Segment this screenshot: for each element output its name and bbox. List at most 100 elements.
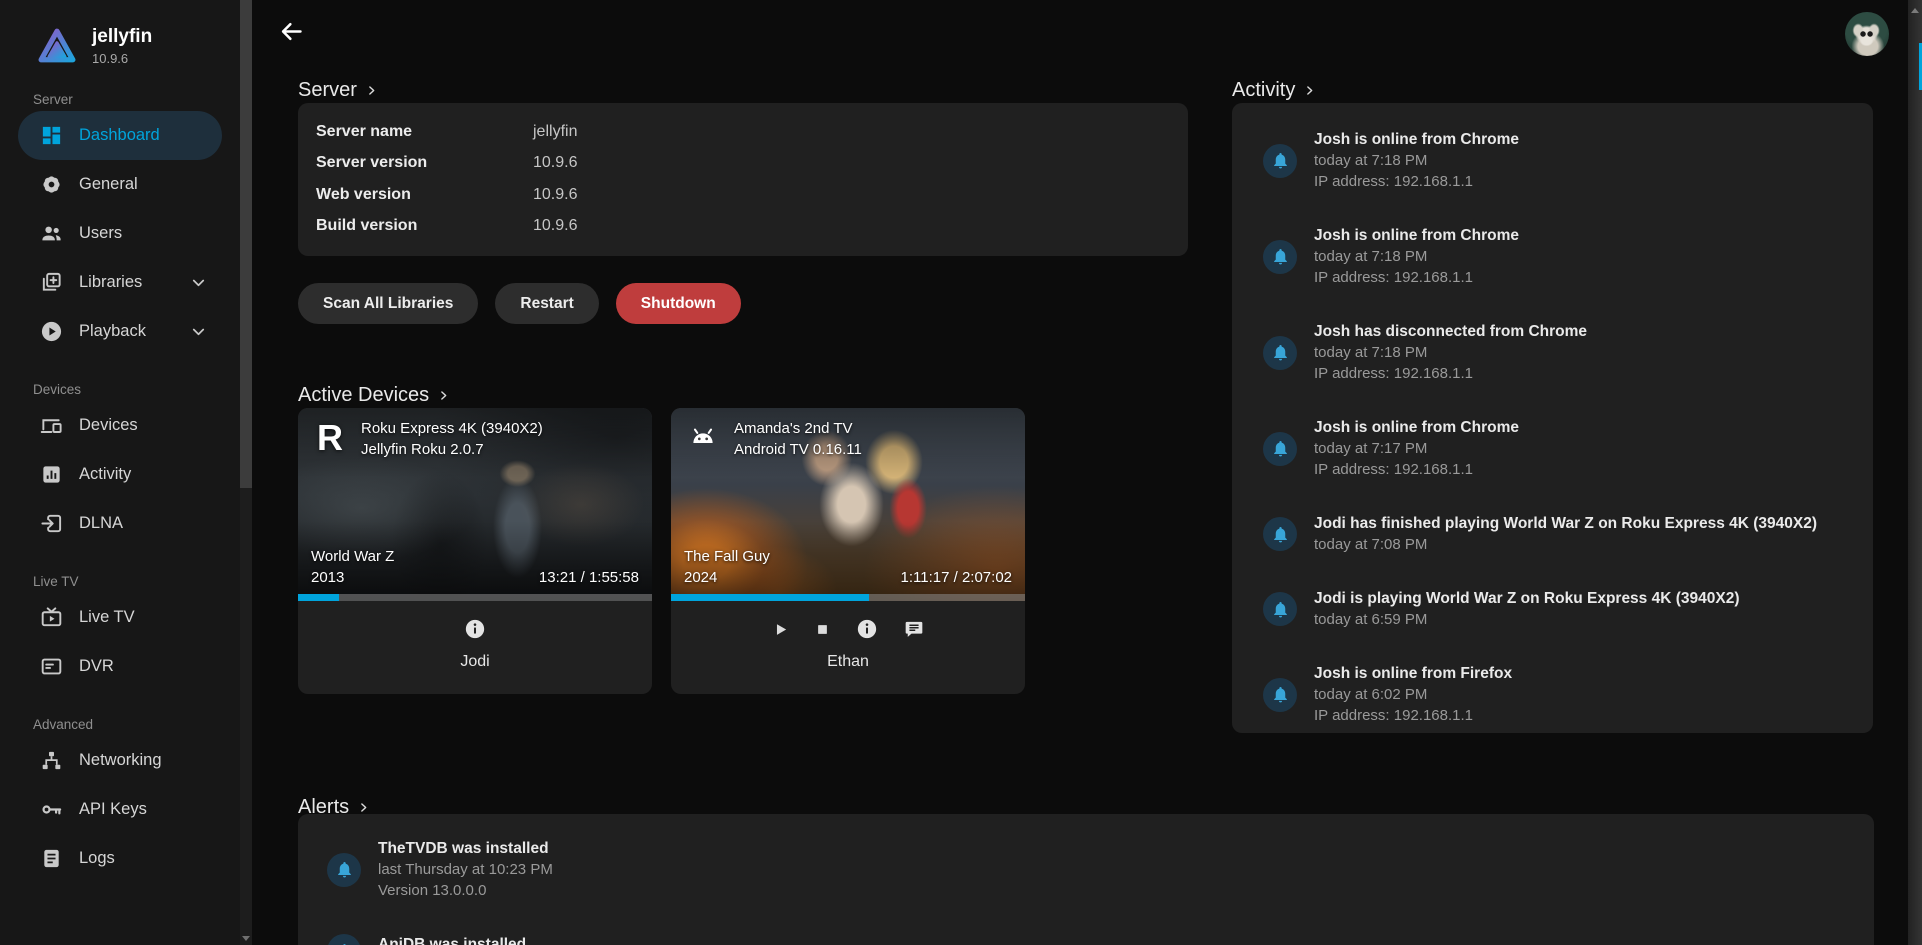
bell-icon <box>1271 343 1290 362</box>
info-button[interactable] <box>464 618 486 640</box>
server-info-value: jellyfin <box>533 123 577 141</box>
active-devices-row: RRoku Express 4K (3940X2)Jellyfin Roku 2… <box>298 408 1025 694</box>
device-card-header: Amanda's 2nd TVAndroid TV 0.16.11 <box>683 418 862 460</box>
server-info-row: Build version10.9.6 <box>298 211 1188 243</box>
sidebar-item-api-keys[interactable]: API Keys <box>18 785 222 834</box>
sidebar-item-playback[interactable]: Playback <box>18 307 222 356</box>
sidebar-item-label: Activity <box>79 465 222 484</box>
page-scrollbar[interactable] <box>1908 0 1922 945</box>
sidebar-scrollbar[interactable] <box>240 0 252 945</box>
notification-badge <box>1263 432 1297 466</box>
sidebar-scrollbar-thumb[interactable] <box>240 0 252 488</box>
sidebar-section-label-advanced: Advanced <box>33 717 240 732</box>
sidebar-item-dashboard[interactable]: Dashboard <box>18 111 222 160</box>
user-avatar[interactable] <box>1845 12 1889 56</box>
activity-entry: Josh is online from Chrometoday at 7:18 … <box>1263 129 1855 192</box>
sidebar-item-label: Users <box>79 224 222 243</box>
activity-entry: Josh is online from Chrometoday at 7:18 … <box>1263 225 1855 288</box>
back-button[interactable] <box>278 18 305 45</box>
play-icon <box>772 621 789 638</box>
server-info-value: 10.9.6 <box>533 154 577 172</box>
sidebar-item-general[interactable]: General <box>18 160 222 209</box>
info-icon <box>856 618 878 640</box>
sidebar-item-label: Logs <box>79 849 222 868</box>
sidebar-item-logs[interactable]: Logs <box>18 834 222 883</box>
arrow-left-icon <box>278 18 305 45</box>
bell-icon <box>335 942 354 945</box>
feed-item-time: today at 7:18 PM <box>1314 342 1587 363</box>
sidebar-item-dlna[interactable]: DLNA <box>18 499 222 548</box>
active-devices-section-link[interactable]: Active Devices <box>298 382 450 410</box>
app-logo-row: jellyfin 10.9.6 <box>0 0 240 66</box>
sidebar-section-label-devices: Devices <box>33 382 240 397</box>
feed-item-ip: IP address: 192.168.1.1 <box>1314 171 1519 192</box>
sidebar-item-dvr[interactable]: DVR <box>18 642 222 691</box>
now-playing-backdrop: RRoku Express 4K (3940X2)Jellyfin Roku 2… <box>298 408 652 601</box>
feed-item-time: today at 7:17 PM <box>1314 438 1519 459</box>
scroll-up-arrow-icon[interactable] <box>1911 8 1919 13</box>
notification-badge <box>1263 240 1297 274</box>
server-info-row: Web version10.9.6 <box>298 179 1188 211</box>
restart-button[interactable]: Restart <box>495 283 598 324</box>
sidebar-item-users[interactable]: Users <box>18 209 222 258</box>
sidebar-section-label-live-tv: Live TV <box>33 574 240 589</box>
alerts-card: TheTVDB was installedlast Thursday at 10… <box>298 814 1874 945</box>
libraries-icon <box>40 271 63 294</box>
shutdown-button[interactable]: Shutdown <box>616 283 741 324</box>
sidebar-nav: ServerDashboardGeneralUsersLibrariesPlay… <box>0 92 240 883</box>
stop-button[interactable] <box>815 622 830 637</box>
bell-icon <box>1271 439 1290 458</box>
feed-item-ip: IP address: 192.168.1.1 <box>1314 705 1512 726</box>
session-user-name: Ethan <box>827 653 869 671</box>
active-devices-section-label: Active Devices <box>298 384 429 407</box>
bell-icon <box>1271 685 1290 704</box>
sidebar-item-devices[interactable]: Devices <box>18 401 222 450</box>
jellyfin-dashboard: jellyfin 10.9.6 Server DashboardGeneral Us… <box>0 0 1922 945</box>
sidebar-item-activity[interactable]: Activity <box>18 450 222 499</box>
feed-item-title: AniDB was installed <box>378 934 526 945</box>
playback-time: 13:21 / 1:55:58 <box>539 567 639 588</box>
scroll-down-arrow-icon[interactable] <box>242 936 250 941</box>
server-info-label: Web version <box>316 186 533 204</box>
session-controls <box>464 617 486 641</box>
message-button[interactable] <box>904 619 924 639</box>
scan-all-libraries-button[interactable]: Scan All Libraries <box>298 283 478 324</box>
activity-entry: Josh has disconnected from Chrometoday a… <box>1263 321 1855 384</box>
activity-icon <box>40 463 63 486</box>
server-info-label: Build version <box>316 217 533 235</box>
feed-item-ip: IP address: 192.168.1.1 <box>1314 459 1519 480</box>
chevron-down-icon <box>189 322 208 341</box>
feed-item-title: Jodi is playing World War Z on Roku Expr… <box>1314 588 1740 609</box>
activity-section-link[interactable]: Activity <box>1232 77 1316 105</box>
sidebar-item-label: Libraries <box>79 273 173 292</box>
server-section-link[interactable]: Server <box>298 77 378 105</box>
playback-time: 1:11:17 / 2:07:02 <box>901 567 1012 588</box>
dashboard-icon <box>40 124 63 147</box>
activity-entry: Josh is online from Chrometoday at 7:17 … <box>1263 417 1855 480</box>
roku-logo-icon: R <box>310 418 350 458</box>
livetv-icon <box>40 606 63 629</box>
users-icon <box>40 222 63 245</box>
bell-icon <box>1271 600 1290 619</box>
sidebar-item-networking[interactable]: Networking <box>18 736 222 785</box>
play-button[interactable] <box>772 621 789 638</box>
client-version: Android TV 0.16.11 <box>734 439 862 460</box>
media-title: The Fall Guy <box>684 546 770 567</box>
active-device-card: Amanda's 2nd TVAndroid TV 0.16.11 The Fal… <box>671 408 1025 694</box>
android-tv-icon <box>683 418 723 458</box>
server-info-card: Server namejellyfinServer version10.9.6W… <box>298 103 1188 256</box>
alert-entry: AniDB was installed <box>327 934 1856 945</box>
chevron-right-icon <box>437 389 450 402</box>
feed-item-ip: IP address: 192.168.1.1 <box>1314 267 1519 288</box>
sidebar-item-libraries[interactable]: Libraries <box>18 258 222 307</box>
notification-badge <box>1263 592 1297 626</box>
server-info-label: Server name <box>316 123 533 141</box>
feed-item-time: today at 6:02 PM <box>1314 684 1512 705</box>
media-year: 2013 <box>311 567 394 588</box>
sidebar-item-live-tv[interactable]: Live TV <box>18 593 222 642</box>
feed-item-title: Josh is online from Chrome <box>1314 129 1519 150</box>
info-button[interactable] <box>856 618 878 640</box>
media-year: 2024 <box>684 567 770 588</box>
session-controls <box>772 617 924 641</box>
app-title: jellyfin <box>92 26 152 48</box>
